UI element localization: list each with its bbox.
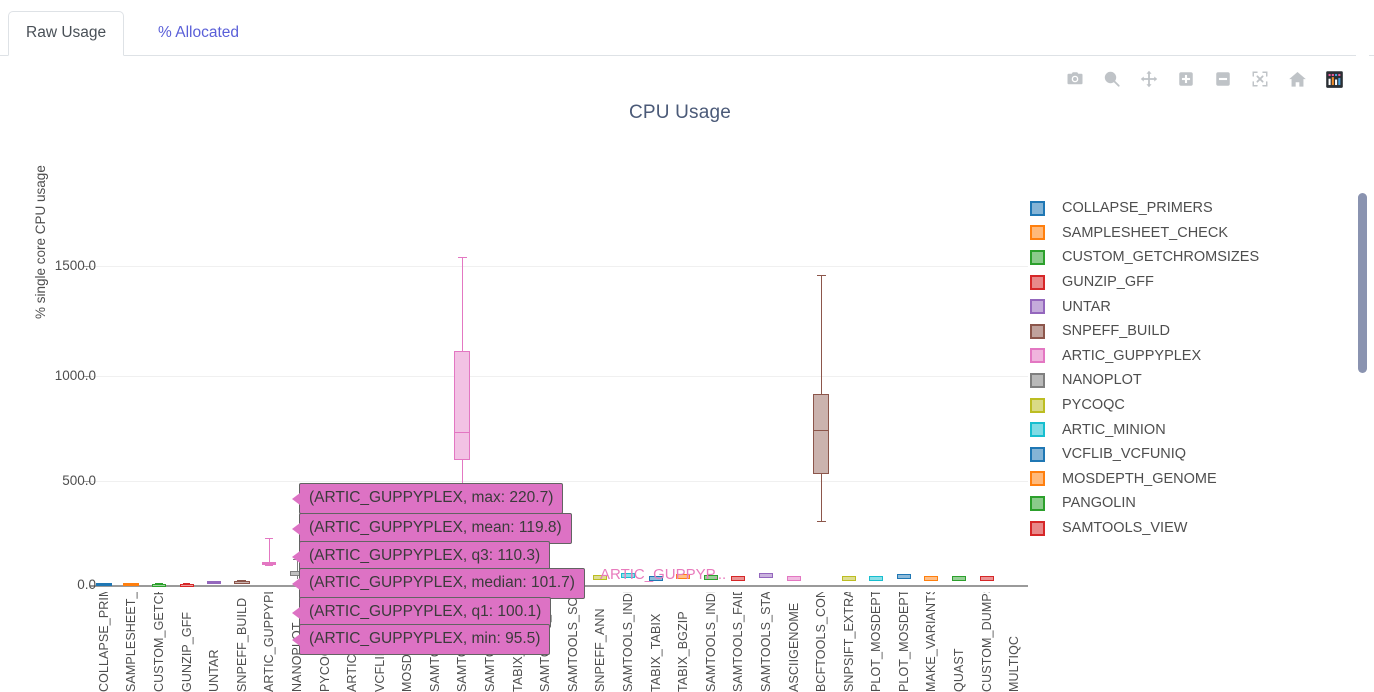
legend-item-samtools-view[interactable]: SAMTOOLS_VIEW — [1030, 516, 1330, 541]
tooltip-arrow — [292, 493, 300, 505]
legend-item-gunzip-gff[interactable]: GUNZIP_GFF — [1030, 270, 1330, 295]
legend-swatch — [1030, 348, 1045, 363]
legend-item-label: GUNZIP_GFF — [1062, 274, 1154, 290]
x-tick-label: UNTAR — [207, 592, 221, 692]
legend-item-custom-getchromsizes[interactable]: CUSTOM_GETCHROMSIZES — [1030, 245, 1330, 270]
legend-item-snpeff-build[interactable]: SNPEFF_BUILD — [1030, 319, 1330, 344]
x-tick-label: MULTIQC — [1007, 592, 1021, 692]
legend-item-label: PANGOLIN — [1062, 495, 1136, 511]
x-tick-label: SAMTOOLS_STATS — [759, 592, 773, 692]
legend-swatch — [1030, 324, 1045, 339]
x-tick-label: SAMTOOLS_FAIDX — [731, 592, 745, 692]
tooltip-arrow — [292, 551, 300, 563]
x-tick-label: SAMTOOLS_SORT — [566, 592, 580, 692]
tooltip-1: (ARTIC_GUPPYPLEX, mean: 119.8) — [299, 513, 572, 544]
tooltip-label: (ARTIC_GUPPYPLEX, min: 95.5) — [309, 630, 540, 647]
tab-bar: Raw Usage % Allocated — [0, 0, 1374, 56]
plotly-modebar — [1064, 68, 1345, 90]
legend-swatch — [1030, 471, 1045, 486]
x-tick-label: CUSTOM_DUMPSOFTWAREVERSIONS — [980, 592, 994, 692]
autoscale-icon[interactable] — [1249, 68, 1271, 90]
legend-swatch — [1030, 496, 1045, 511]
legend-swatch — [1030, 373, 1045, 388]
zoom-out-icon[interactable] — [1212, 68, 1234, 90]
legend-item-artic-minion[interactable]: ARTIC_MINION — [1030, 417, 1330, 442]
legend-item-collapse-primers[interactable]: COLLAPSE_PRIMERS — [1030, 196, 1330, 221]
legend-item-nanoplot[interactable]: NANOPLOT — [1030, 368, 1330, 393]
legend-item-label: VCFLIB_VCFUNIQ — [1062, 446, 1186, 462]
x-tick-label: TABIX_BGZIP — [676, 592, 690, 692]
x-tick-label: SNPEFF_ANN — [593, 592, 607, 692]
x-tick-label: COLLAPSE_PRIMERS — [97, 592, 111, 692]
legend-item-pycoqc[interactable]: PYCOQC — [1030, 393, 1330, 418]
home-icon[interactable] — [1286, 68, 1308, 90]
tooltip-0: (ARTIC_GUPPYPLEX, max: 220.7) — [299, 483, 563, 514]
tooltip-label: (ARTIC_GUPPYPLEX, max: 220.7) — [309, 489, 553, 506]
pan-icon[interactable] — [1138, 68, 1160, 90]
x-tick-label: ASCIIGENOME — [787, 592, 801, 692]
tooltip-label: (ARTIC_GUPPYPLEX, q3: 110.3) — [309, 547, 540, 564]
legend-item-label: UNTAR — [1062, 299, 1111, 315]
camera-icon[interactable] — [1064, 68, 1086, 90]
legend-item-label: NANOPLOT — [1062, 372, 1142, 388]
plot-container: CPU Usage % single core CPU usage 1500.0… — [0, 56, 1360, 640]
legend-item-label: ARTIC_GUPPYPLEX — [1062, 348, 1201, 364]
legend-item-untar[interactable]: UNTAR — [1030, 294, 1330, 319]
legend-item-artic-guppyplex[interactable]: ARTIC_GUPPYPLEX — [1030, 344, 1330, 369]
zoom-icon[interactable] — [1101, 68, 1123, 90]
legend-item-pangolin[interactable]: PANGOLIN — [1030, 491, 1330, 516]
tooltip-label: (ARTIC_GUPPYPLEX, q1: 100.1) — [309, 603, 541, 620]
x-tick-label: MAKE_VARIANTS_LONG_TABLE — [924, 592, 938, 692]
tooltip-arrow — [292, 523, 300, 535]
legend-item-label: COLLAPSE_PRIMERS — [1062, 200, 1213, 216]
legend-swatch — [1030, 521, 1045, 536]
tooltip-arrow — [292, 578, 300, 590]
tab-raw-usage-label: Raw Usage — [26, 24, 106, 41]
legend-item-label: SAMPLESHEET_CHECK — [1062, 225, 1228, 241]
legend-swatch — [1030, 201, 1045, 216]
legend-item-mosdepth-genome[interactable]: MOSDEPTH_GENOME — [1030, 467, 1330, 492]
legend-swatch — [1030, 225, 1045, 240]
tab-raw-usage[interactable]: Raw Usage — [8, 11, 124, 56]
tooltip-label: (ARTIC_GUPPYPLEX, median: 101.7) — [309, 574, 575, 591]
x-tick-label: SAMTOOLS_INDEX — [621, 592, 635, 692]
vertical-scrollbar-thumb[interactable] — [1358, 193, 1367, 373]
x-tick-label: SNPSIFT_EXTRACTFIELDS — [842, 592, 856, 692]
tab-percent-allocated[interactable]: % Allocated — [140, 11, 257, 56]
x-tick-label: PLOT_MOSDEPTH_REGIONS — [897, 592, 911, 692]
x-tick-label: TABIX_TABIX — [649, 592, 663, 692]
x-tick-label: PLOT_MOSDEPTH_REGIONS — [869, 592, 883, 692]
vertical-scrollbar-track[interactable] — [1356, 0, 1369, 640]
legend-swatch — [1030, 398, 1045, 413]
x-tick-label: SAMTOOLS_INDEX — [704, 592, 718, 692]
legend-item-label: SNPEFF_BUILD — [1062, 323, 1170, 339]
legend-swatch — [1030, 299, 1045, 314]
legend-item-samplesheet-check[interactable]: SAMPLESHEET_CHECK — [1030, 221, 1330, 246]
plot-annotation-label: ARTIC_GUPPYP... — [600, 566, 726, 583]
zoom-in-icon[interactable] — [1175, 68, 1197, 90]
legend-item-label: SAMTOOLS_VIEW — [1062, 520, 1187, 536]
legend-swatch — [1030, 447, 1045, 462]
legend-item-vcflib-vcfuniq[interactable]: VCFLIB_VCFUNIQ — [1030, 442, 1330, 467]
x-tick-label: QUAST — [952, 592, 966, 692]
tab-percent-allocated-label: % Allocated — [158, 24, 239, 41]
x-tick-label: SAMPLESHEET_CHECK — [124, 592, 138, 692]
chart-legend: COLLAPSE_PRIMERS SAMPLESHEET_CHECK CUSTOM_… — [1030, 196, 1330, 540]
legend-item-label: MOSDEPTH_GENOME — [1062, 471, 1217, 487]
legend-swatch — [1030, 422, 1045, 437]
tooltip-arrow — [292, 607, 300, 619]
x-tick-label: SNPEFF_BUILD — [235, 592, 249, 692]
legend-item-label: PYCOQC — [1062, 397, 1125, 413]
legend-item-label: CUSTOM_GETCHROMSIZES — [1062, 249, 1259, 265]
x-tick-label: ARTIC_GUPPYPLEX — [262, 592, 276, 692]
x-tick-label: GUNZIP_GFF — [180, 592, 194, 692]
plotly-logo-icon[interactable] — [1323, 68, 1345, 90]
tooltip-3: (ARTIC_GUPPYPLEX, median: 101.7) — [299, 568, 585, 599]
legend-swatch — [1030, 250, 1045, 265]
tooltip-label: (ARTIC_GUPPYPLEX, mean: 119.8) — [309, 519, 562, 536]
x-tick-label: CUSTOM_GETCHROMSIZES — [152, 592, 166, 692]
legend-item-label: ARTIC_MINION — [1062, 422, 1166, 438]
x-tick-label: BCFTOOLS_CONSENSUS — [814, 592, 828, 692]
legend-swatch — [1030, 275, 1045, 290]
